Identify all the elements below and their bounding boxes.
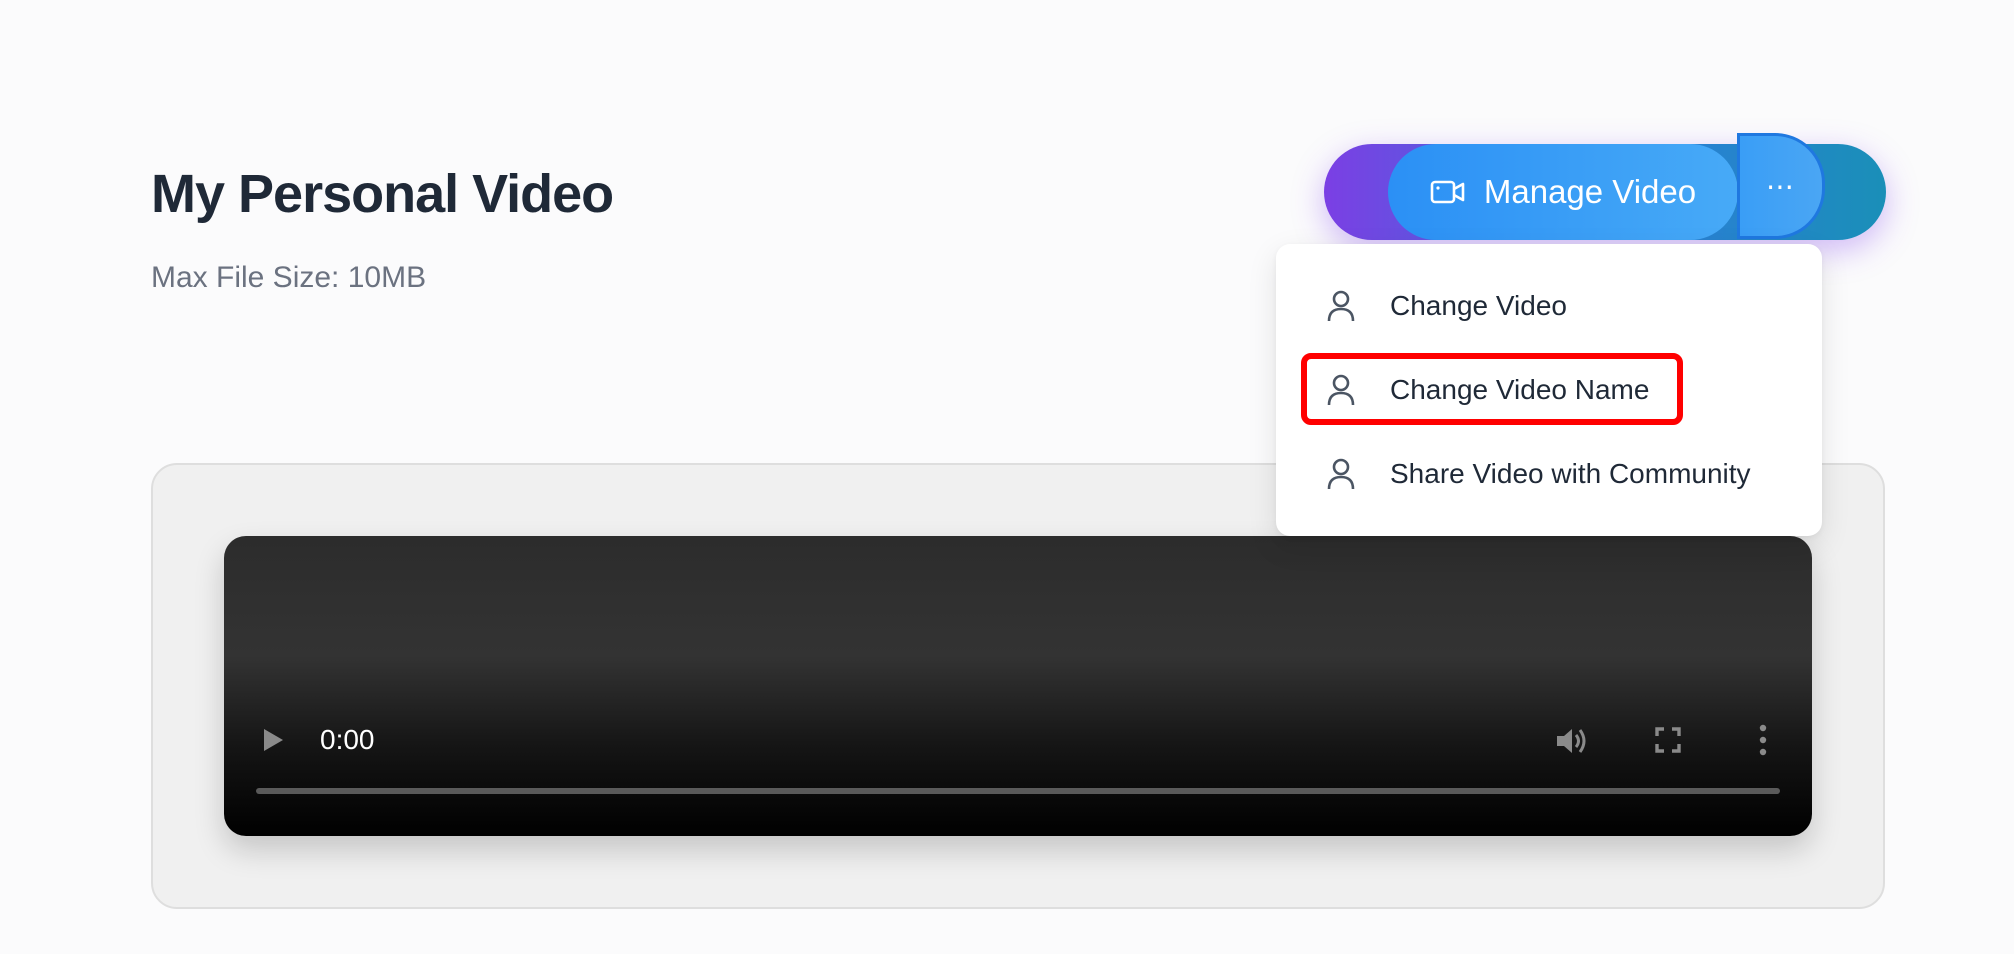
current-time: 0:00 [320, 724, 375, 755]
fullscreen-icon[interactable] [1654, 726, 1682, 754]
volume-icon[interactable] [1554, 725, 1588, 757]
user-icon [1327, 458, 1355, 490]
video-camera-icon [1430, 180, 1465, 204]
manage-video-button[interactable]: Manage Video [1388, 144, 1738, 240]
menu-item-label: Change Video [1390, 290, 1567, 321]
page-title: My Personal Video [151, 164, 614, 224]
menu-item-share-video[interactable]: Share Video with Community [1276, 439, 1822, 509]
highlight-box [1301, 353, 1683, 425]
manage-video-label: Manage Video [1483, 173, 1697, 210]
progress-bar[interactable] [256, 788, 1780, 794]
more-options-icon: ⋯ [1766, 170, 1796, 202]
user-icon [1327, 290, 1355, 322]
page: My Personal Video Max File Size: 10MB Ma… [0, 0, 2014, 954]
menu-item-label: Share Video with Community [1390, 458, 1751, 489]
menu-item-change-video[interactable]: Change Video [1276, 271, 1822, 341]
video-player[interactable]: 0:00 [224, 536, 1812, 836]
file-size-note: Max File Size: 10MB [151, 261, 427, 294]
more-vertical-icon[interactable] [1758, 724, 1768, 756]
play-icon[interactable] [260, 726, 286, 754]
